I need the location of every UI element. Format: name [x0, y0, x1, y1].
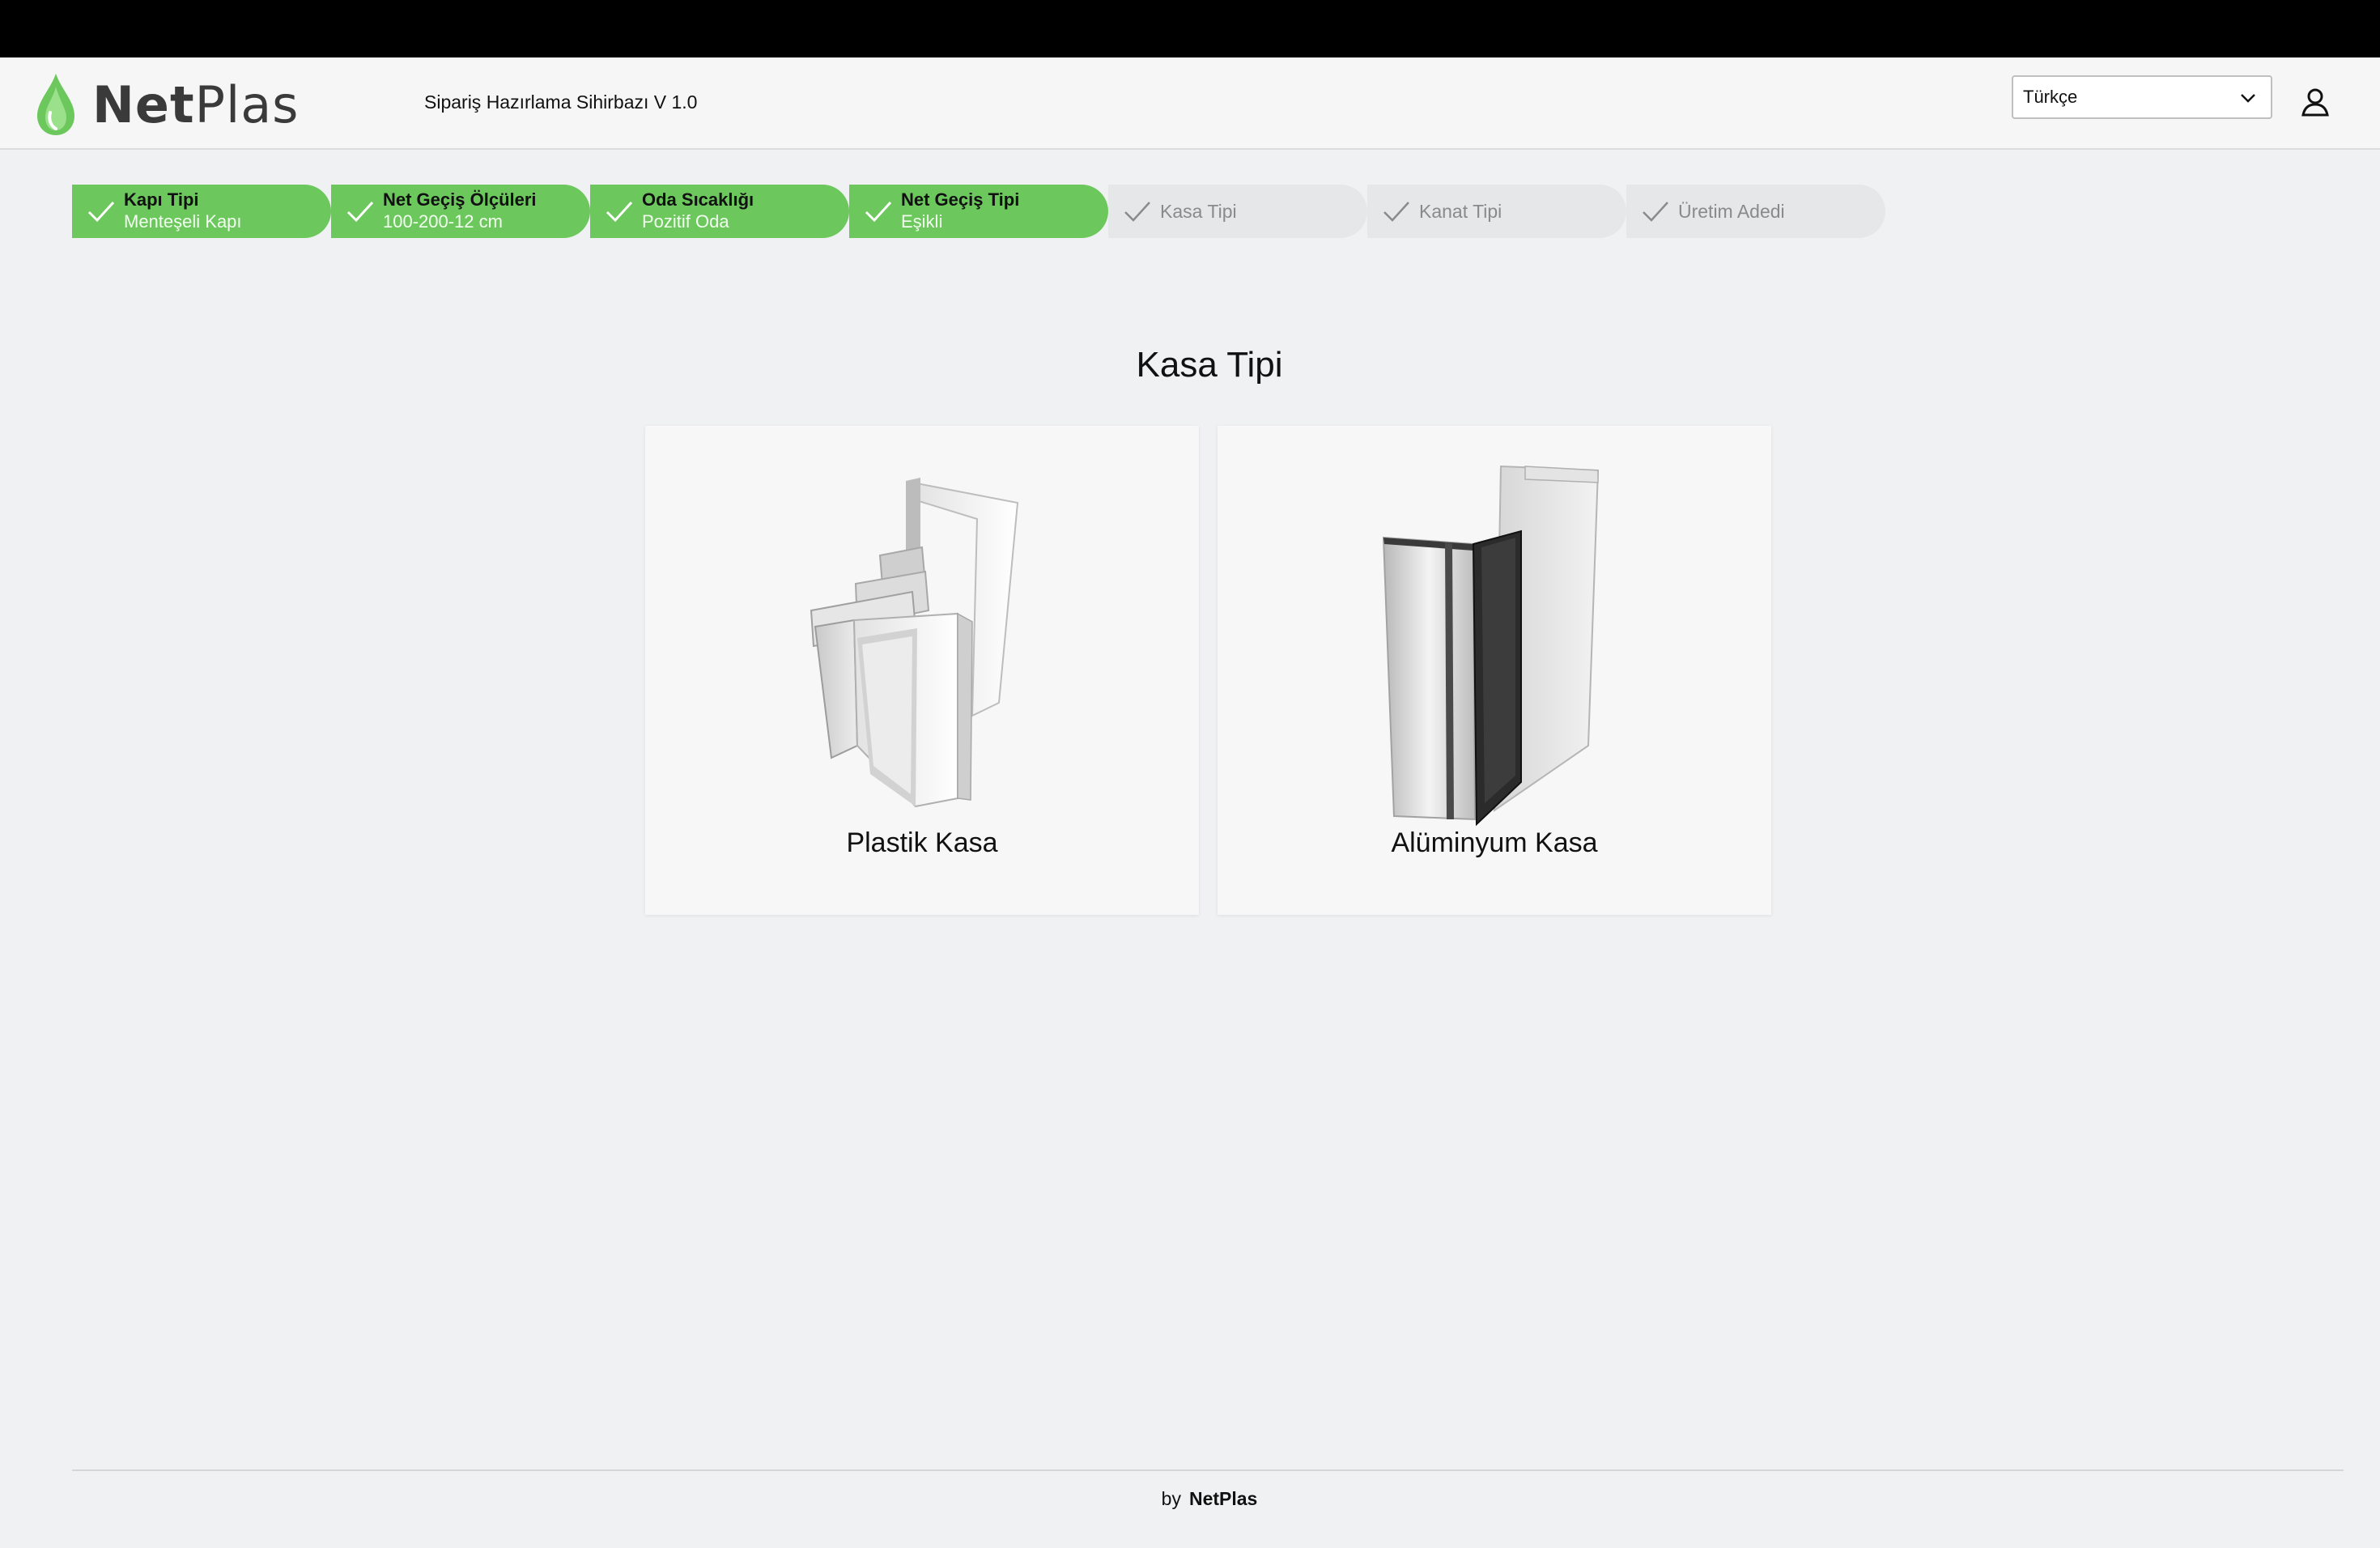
- footer: by NetPlas: [0, 1488, 2380, 1510]
- step-kasa-tipi[interactable]: Kasa Tipi: [1108, 185, 1367, 238]
- step-kapi-tipi[interactable]: Kapı Tipi Menteşeli Kapı: [72, 185, 331, 238]
- logo-text: NetPlas: [92, 74, 300, 134]
- step-value: Pozitif Oda: [642, 211, 729, 232]
- step-label: Üretim Adedi: [1678, 201, 1785, 222]
- check-icon: [346, 201, 374, 223]
- step-label: Oda Sıcaklığı: [642, 189, 754, 210]
- step-label: Net Geçiş Tipi: [901, 189, 1020, 210]
- step-label: Kanat Tipi: [1419, 201, 1502, 222]
- leaf-drop-logo-icon: [37, 74, 74, 135]
- check-icon: [1124, 202, 1150, 222]
- check-icon: [606, 201, 633, 223]
- step-uretim-adedi[interactable]: Üretim Adedi: [1626, 185, 1885, 238]
- app-header: NetPlas Sipariş Hazırlama Sihirbazı V 1.…: [0, 57, 2380, 150]
- option-label: Alüminyum Kasa: [1391, 827, 1598, 858]
- option-card-plastik-kasa[interactable]: Plastik Kasa: [645, 426, 1199, 915]
- step-label: Net Geçiş Ölçüleri: [383, 189, 537, 210]
- step-value: Eşikli: [901, 211, 943, 232]
- step-net-gecis-olculeri[interactable]: Net Geçiş Ölçüleri 100-200-12 cm: [331, 185, 590, 238]
- plastic-frame-profile-image: [810, 478, 1019, 808]
- footer-divider: [72, 1469, 2344, 1471]
- language-selected-value: Türkçe: [2023, 87, 2078, 107]
- check-icon: [1383, 202, 1409, 222]
- language-select[interactable]: Türkçe: [2012, 75, 2272, 119]
- step-label: Kasa Tipi: [1160, 201, 1237, 222]
- step-value: Menteşeli Kapı: [124, 211, 242, 232]
- step-label: Kapı Tipi: [124, 189, 199, 210]
- step-oda-sicakligi[interactable]: Oda Sıcaklığı Pozitif Oda: [590, 185, 849, 238]
- footer-brand-link[interactable]: NetPlas: [1189, 1488, 1257, 1509]
- check-icon: [1643, 202, 1668, 222]
- step-value: 100-200-12 cm: [383, 211, 503, 232]
- chevron-down-icon: [2241, 94, 2255, 103]
- section-title: Kasa Tipi: [1136, 345, 1283, 385]
- user-icon[interactable]: [2299, 86, 2331, 118]
- option-card-aluminyum-kasa[interactable]: Alüminyum Kasa: [1218, 426, 1771, 915]
- step-net-gecis-tipi[interactable]: Net Geçiş Tipi Eşikli: [849, 185, 1108, 238]
- check-icon: [865, 201, 892, 223]
- aluminum-frame-profile-image: [1382, 465, 1600, 827]
- wizard-title: Sipariş Hazırlama Sihirbazı V 1.0: [424, 91, 698, 113]
- check-icon: [87, 201, 115, 223]
- option-label: Plastik Kasa: [846, 827, 998, 858]
- window-top-bar: [0, 0, 2380, 57]
- step-kanat-tipi[interactable]: Kanat Tipi: [1367, 185, 1626, 238]
- netplas-logo[interactable]: NetPlas: [34, 72, 300, 137]
- footer-by: by: [1161, 1488, 1181, 1509]
